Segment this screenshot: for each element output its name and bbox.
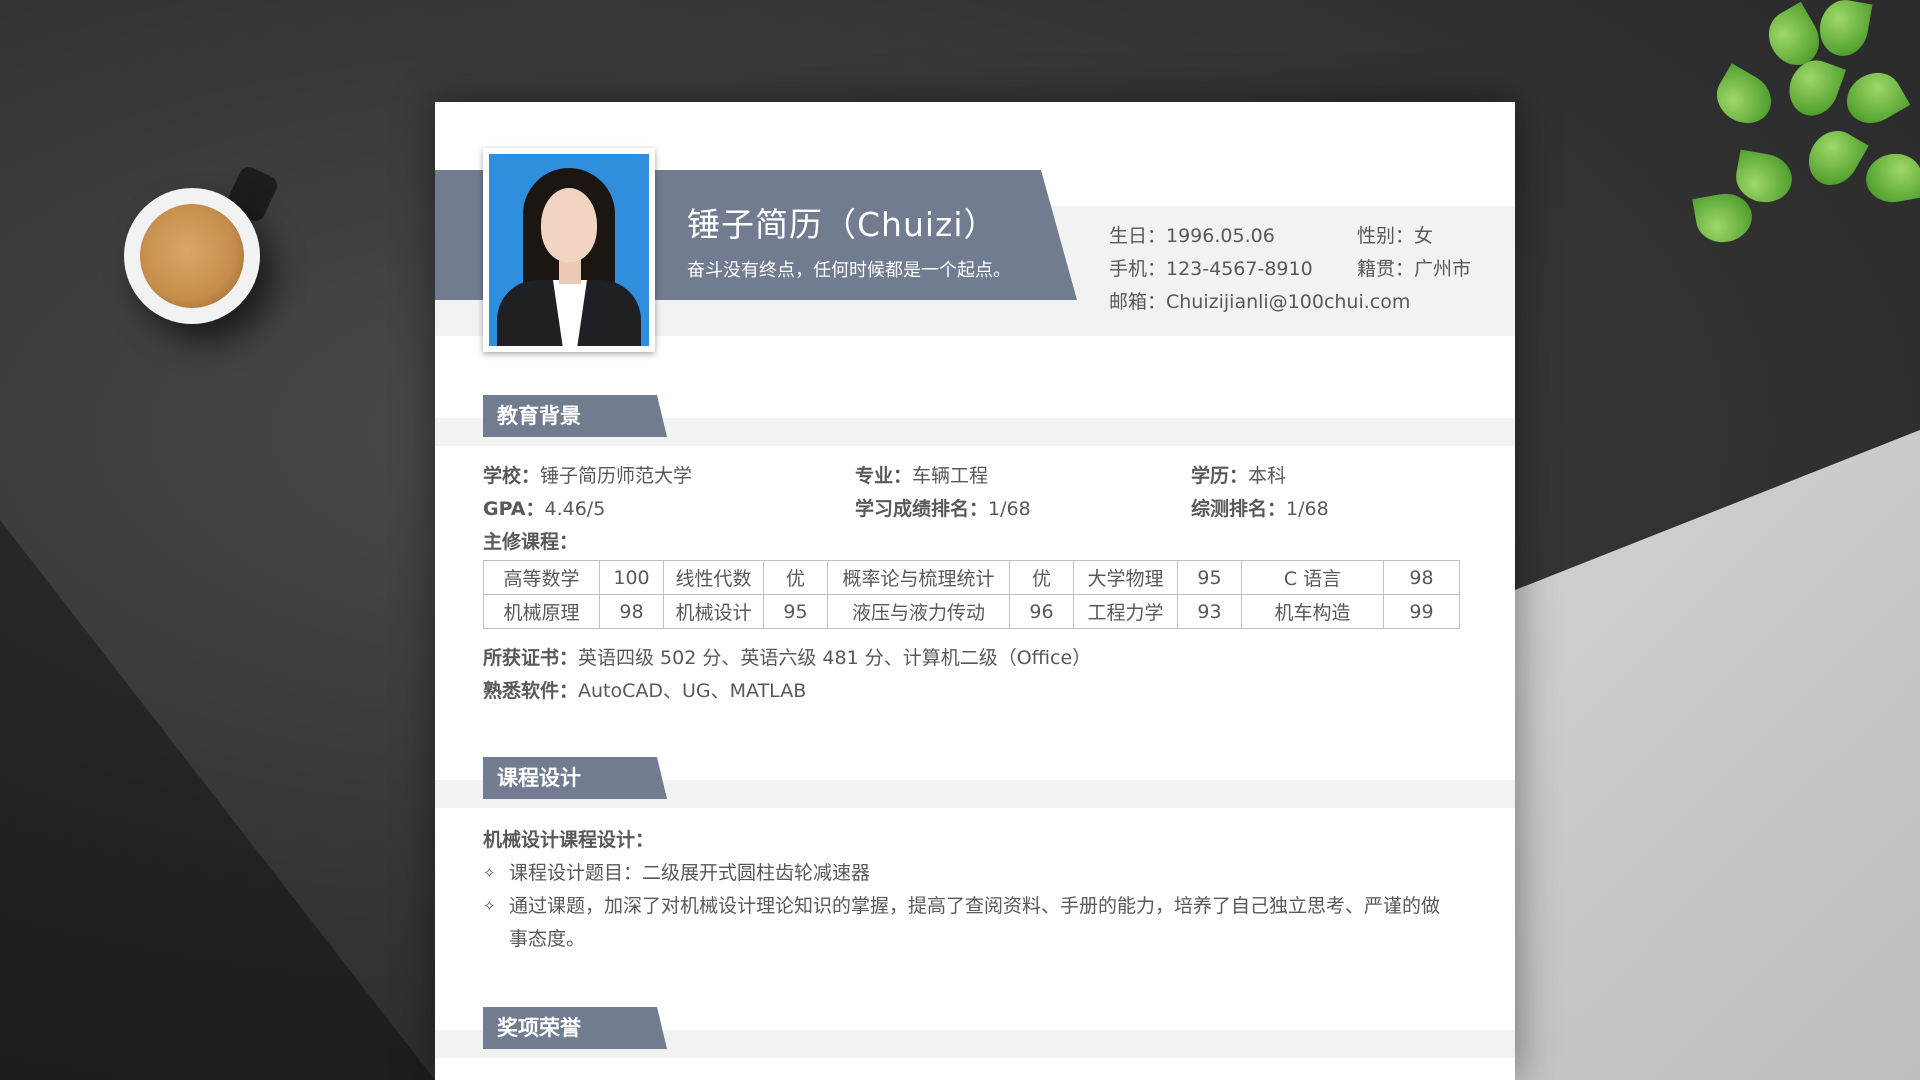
- table-cell: 100: [599, 560, 664, 595]
- school-label: 学校：: [483, 465, 541, 487]
- table-row: 高等数学 100 线性代数 优 概率论与梳理统计 优 大学物理 95 C 语言 …: [483, 560, 1460, 595]
- major-value: 车辆工程: [912, 465, 989, 487]
- email: 邮箱：Chuizijianli@100chui.com: [1109, 291, 1411, 313]
- avatar: [489, 154, 649, 346]
- leaf: [1707, 63, 1781, 133]
- gpa-label: GPA：: [483, 498, 545, 520]
- courses-table: 高等数学 100 线性代数 优 概率论与梳理统计 优 大学物理 95 C 语言 …: [483, 560, 1460, 629]
- table-cell: 工程力学: [1073, 594, 1178, 629]
- table-cell: 线性代数: [663, 560, 764, 595]
- table-cell: 93: [1177, 594, 1242, 629]
- certificates-value: 英语四级 502 分、英语六级 481 分、计算机二级（Office）: [578, 647, 1092, 669]
- leaf: [1692, 189, 1756, 247]
- rank-label: 学习成绩排名：: [855, 498, 989, 520]
- hometown: 籍贯：广州市: [1357, 258, 1472, 280]
- profile-photo: [483, 148, 655, 352]
- table-cell: 机械设计: [663, 594, 764, 629]
- resume-motto: 奋斗没有终点，任何时候都是一个起点。: [687, 260, 1011, 281]
- course-design-subtitle: 机械设计课程设计：: [483, 829, 655, 851]
- personal-info: 生日：1996.05.06 性别：女 手机：123-4567-8910 籍贯：广…: [1109, 220, 1471, 319]
- section-title-awards: 奖项荣誉: [483, 1007, 667, 1049]
- leaf: [1799, 121, 1869, 195]
- list-item: ✧ 课程设计题目：二级展开式圆柱齿轮减速器: [483, 857, 1473, 890]
- gpa-value: 4.46/5: [544, 498, 606, 520]
- degree-value: 本科: [1248, 465, 1287, 487]
- software-label: 熟悉软件：: [483, 680, 579, 702]
- table-cell: 99: [1383, 594, 1460, 629]
- leaf: [1862, 149, 1920, 207]
- course-design-subtitle-row: 机械设计课程设计：: [483, 824, 654, 857]
- software-row: 熟悉软件：AutoCAD、UG、MATLAB: [483, 675, 806, 708]
- list-item-text: 课程设计题目：二级展开式圆柱齿轮减速器: [509, 862, 871, 884]
- birth-date: 生日：1996.05.06: [1109, 225, 1275, 247]
- phone: 手机：123-4567-8910: [1109, 258, 1313, 280]
- table-cell: C 语言: [1241, 560, 1384, 595]
- list-item-text: 通过课题，加深了对机械设计理论知识的掌握，提高了查阅资料、手册的能力，培养了自己…: [509, 895, 1441, 917]
- table-cell: 大学物理: [1073, 560, 1178, 595]
- table-cell: 96: [1009, 594, 1074, 629]
- overall-rank-value: 1/68: [1286, 498, 1329, 520]
- face: [541, 188, 597, 262]
- coffee-cup: [124, 188, 260, 324]
- resume-page: 锤子简历（Chuizi） 奋斗没有终点，任何时候都是一个起点。 生日：1996.…: [435, 102, 1515, 1080]
- overall-rank-label: 综测排名：: [1191, 498, 1287, 520]
- software-value: AutoCAD、UG、MATLAB: [578, 680, 807, 702]
- leaf: [1837, 63, 1911, 133]
- table-cell: 液压与液力传动: [827, 594, 1010, 629]
- edu-row-2: GPA：4.46/5 学习成绩排名：1/68 综测排名：1/68: [483, 493, 1473, 526]
- table-cell: 优: [763, 560, 828, 595]
- table-cell: 优: [1009, 560, 1074, 595]
- courses-label: 主修课程：: [483, 531, 579, 553]
- table-cell: 机车构造: [1241, 594, 1384, 629]
- courses-heading: 主修课程：: [483, 526, 578, 559]
- list-item-text-continued: 事态度。: [509, 928, 586, 950]
- bullet-icon: ✧: [483, 864, 496, 882]
- leaf: [1815, 0, 1873, 60]
- plant-decoration: [1692, 0, 1920, 260]
- degree-label: 学历：: [1191, 465, 1249, 487]
- table-cell: 高等数学: [483, 560, 600, 595]
- table-cell: 95: [1177, 560, 1242, 595]
- gender: 性别：女: [1357, 225, 1434, 247]
- certificates-row: 所获证书：英语四级 502 分、英语六级 481 分、计算机二级（Office）: [483, 642, 1091, 675]
- resume-name: 锤子简历（Chuizi）: [687, 205, 998, 244]
- coffee: [140, 204, 244, 308]
- school-value: 锤子简历师范大学: [540, 465, 693, 487]
- certificates-label: 所获证书：: [483, 647, 579, 669]
- section-title-course-design: 课程设计: [483, 757, 667, 799]
- table-cell: 98: [1383, 560, 1460, 595]
- section-title-education: 教育背景: [483, 395, 667, 437]
- list-item: ✧ 通过课题，加深了对机械设计理论知识的掌握，提高了查阅资料、手册的能力，培养了…: [483, 890, 1473, 956]
- bullet-icon: ✧: [483, 897, 496, 915]
- table-cell: 98: [599, 594, 664, 629]
- table-cell: 95: [763, 594, 828, 629]
- table-row: 机械原理 98 机械设计 95 液压与液力传动 96 工程力学 93 机车构造 …: [483, 594, 1460, 629]
- table-cell: 概率论与梳理统计: [827, 560, 1010, 595]
- major-label: 专业：: [855, 465, 913, 487]
- edu-row-1: 学校：锤子简历师范大学 专业：车辆工程 学历：本科: [483, 460, 1473, 493]
- table-cell: 机械原理: [483, 594, 600, 629]
- rank-value: 1/68: [988, 498, 1031, 520]
